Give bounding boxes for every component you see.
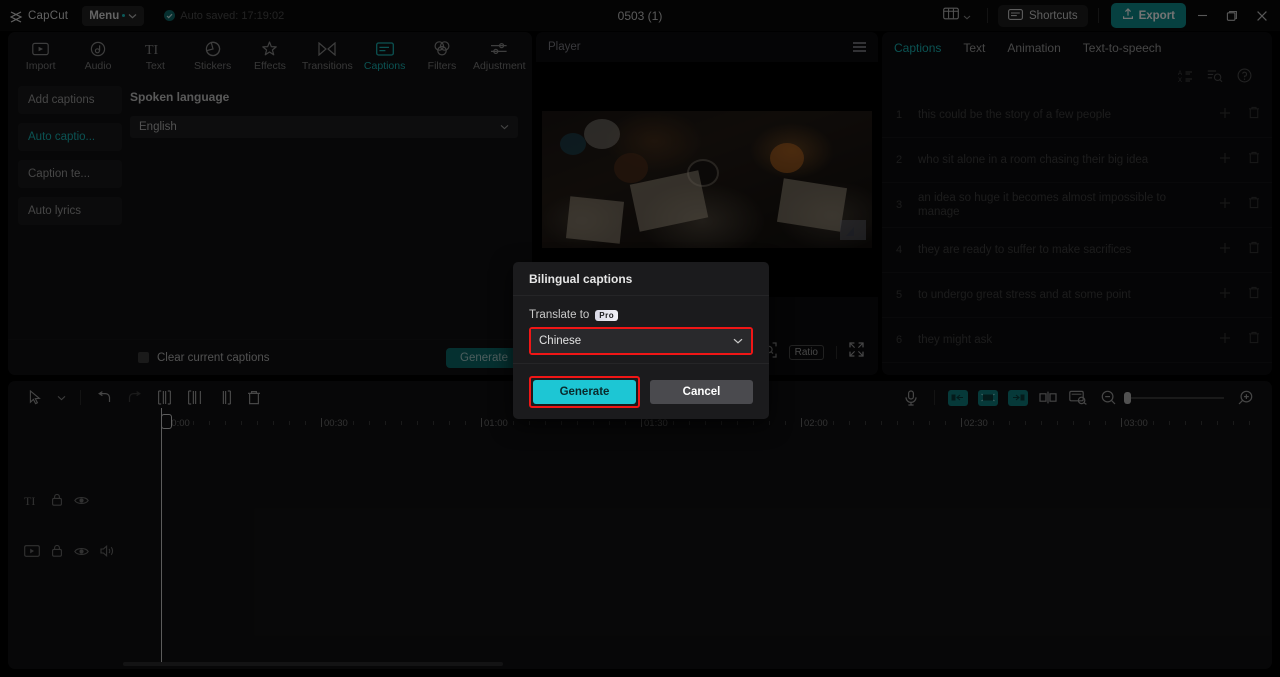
dialog-footer: Generate Cancel: [513, 363, 769, 419]
pro-badge: Pro: [595, 309, 619, 321]
generate-button-highlight: Generate: [529, 375, 640, 408]
bilingual-captions-dialog: Bilingual captions Translate to Pro Chin…: [513, 262, 769, 419]
translate-language-value: Chinese: [539, 335, 582, 347]
dialog-body: Translate to Pro Chinese: [513, 296, 769, 355]
chevron-down-icon: [733, 335, 743, 347]
dialog-cancel-button[interactable]: Cancel: [650, 379, 753, 404]
translate-to-label: Translate to: [529, 309, 590, 321]
translate-language-select[interactable]: Chinese: [531, 329, 751, 353]
translate-to-row: Translate to Pro: [529, 309, 753, 321]
capcut-window: CapCut Menu Auto saved: 17:19:02 0503 (1…: [0, 0, 1280, 677]
dialog-generate-button[interactable]: Generate: [533, 379, 636, 404]
dialog-title: Bilingual captions: [513, 262, 769, 296]
language-select-highlight: Chinese: [529, 327, 753, 355]
